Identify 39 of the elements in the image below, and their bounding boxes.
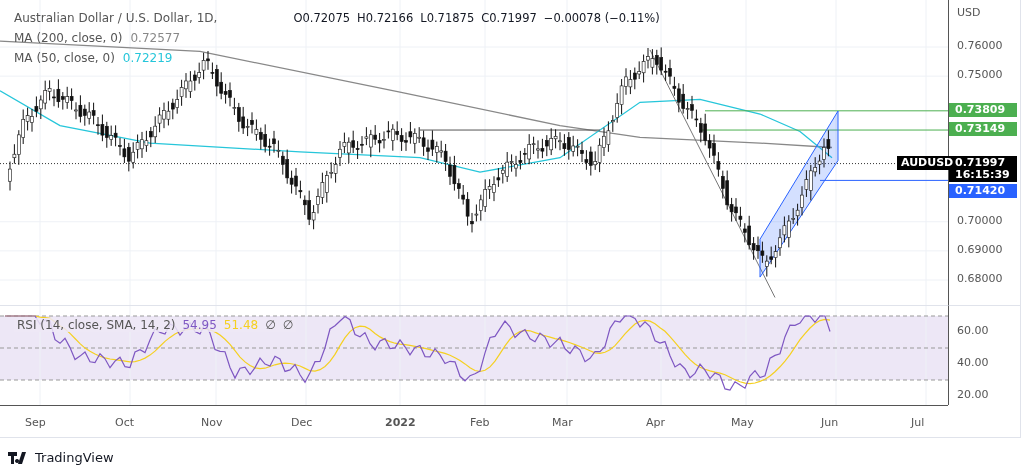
symbol-title: Australian Dollar / U.S. Dollar, 1D, [14, 11, 218, 25]
price-tag: 0.71420 [949, 183, 1017, 198]
empty-value: ∅ [265, 318, 276, 332]
time-label: Nov [201, 416, 223, 429]
indicator-value: 0.72577 [130, 31, 181, 45]
indicator-value: 0.72219 [122, 51, 173, 65]
indicator-value: 54.95 [182, 318, 217, 332]
time-label: Dec [291, 416, 313, 429]
time-label: Apr [646, 416, 666, 429]
price-tick: 0.76000 [957, 39, 1003, 52]
time-label: Jul [911, 416, 925, 429]
rsi-tick: 20.00 [957, 388, 989, 401]
rsi-tick: 60.00 [957, 324, 989, 337]
rsi-tick: 40.00 [957, 356, 989, 369]
price-change: −0.00078 (−0.11%) [543, 11, 660, 25]
price-tick: 0.75000 [957, 68, 1003, 82]
indicator-label: RSI (14, close, SMA, 14, 2) [17, 318, 176, 332]
time-label: Sep [25, 416, 46, 429]
ohlc-value: O0.72075 [293, 11, 351, 25]
empty-value: ∅ [282, 318, 294, 332]
time-label: 2022 [385, 416, 416, 429]
currency-label: USD [957, 6, 981, 19]
price-tag: 0.73809 [949, 102, 1017, 117]
time-label: Feb [470, 416, 490, 429]
price-tick: 0.68000 [957, 272, 1003, 285]
time-label: Mar [552, 416, 573, 429]
indicator-value: 51.48 [223, 318, 259, 332]
indicator-label: MA (50, close, 0) [14, 51, 115, 65]
ohlc-value: L0.71875 [420, 11, 475, 25]
ohlc-value: C0.71997 [481, 11, 537, 25]
brand-name: TradingView [35, 450, 114, 465]
indicator-label: MA (200, close, 0) [14, 31, 123, 45]
price-tick: 0.69000 [957, 242, 1003, 256]
ohlc-value: H0.72166 [357, 11, 414, 25]
time-label: Oct [115, 416, 135, 429]
time-label: Jun [821, 416, 839, 429]
time-label: May [731, 416, 754, 429]
price-tag: 0.73149 [949, 122, 1017, 137]
price-tick: 0.70000 [957, 213, 1003, 227]
